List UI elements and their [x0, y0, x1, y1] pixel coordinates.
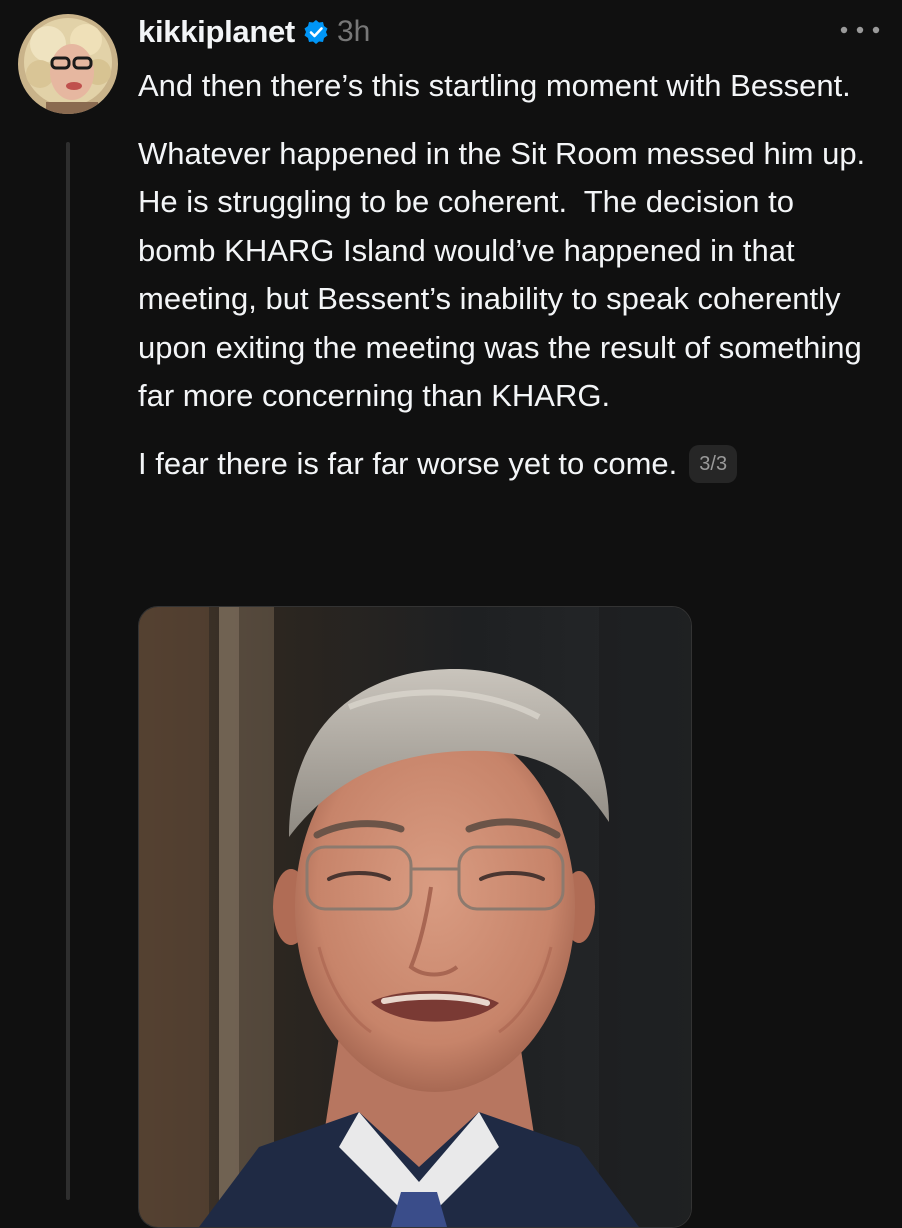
post-paragraph-3: I fear there is far far worse yet to com…	[138, 440, 878, 489]
verified-badge-icon	[303, 19, 329, 45]
post-paragraph-3-text: I fear there is far far worse yet to com…	[138, 445, 678, 481]
more-horizontal-icon[interactable]	[835, 20, 885, 40]
video-frame-image	[139, 607, 691, 1227]
post-paragraph-1: And then there’s this startling moment w…	[138, 68, 851, 103]
post-paragraph-2: Whatever happened in the Sit Room messed…	[138, 135, 874, 414]
post-video[interactable]	[138, 606, 692, 1228]
post-time: 3h	[336, 15, 371, 48]
thread-line	[66, 142, 70, 1200]
post-header: kikkiplanet 3h	[138, 10, 370, 54]
avatar[interactable]	[18, 14, 118, 114]
thread-counter-badge: 3/3	[689, 444, 738, 483]
thread-post: kikkiplanet 3h And then there’s this sta…	[0, 0, 902, 1228]
post-body: And then there’s this startling moment w…	[138, 62, 878, 507]
username[interactable]: kikkiplanet	[138, 14, 295, 50]
avatar-image	[18, 14, 118, 114]
